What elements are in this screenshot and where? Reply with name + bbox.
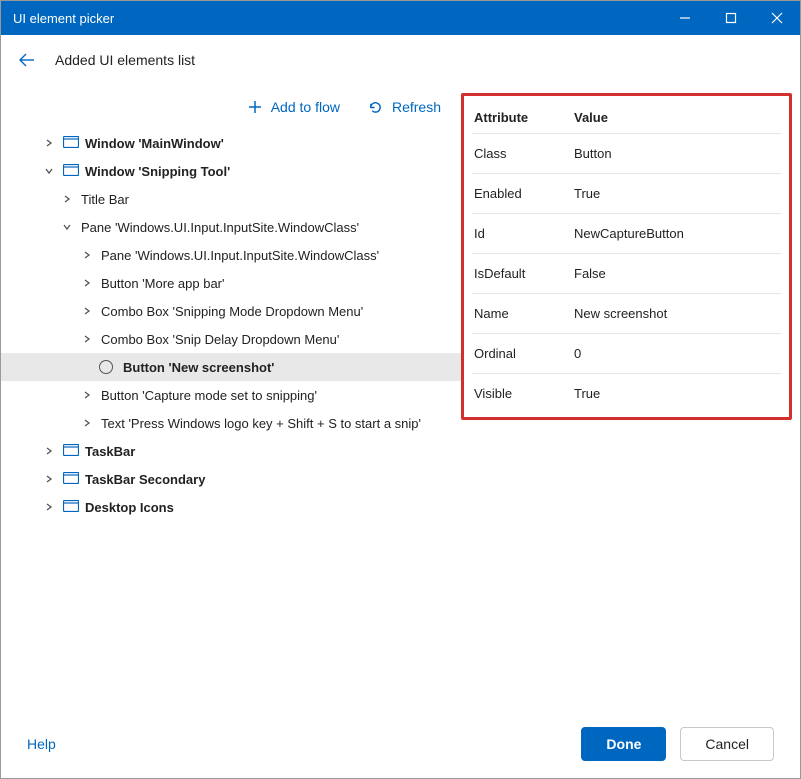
attribute-value: New screenshot (574, 306, 779, 321)
page-title: Added UI elements list (55, 52, 195, 68)
window-icon (63, 444, 79, 458)
chevron-down-icon (59, 223, 75, 231)
tree-item-label: Combo Box 'Snip Delay Dropdown Menu' (101, 332, 339, 347)
attribute-value: False (574, 266, 779, 281)
attribute-value: Button (574, 146, 779, 161)
tree-item-label: Button 'New screenshot' (123, 360, 274, 375)
tree-pane: Add to flow Refresh Window 'MainWindow'W… (1, 85, 461, 710)
chevron-right-icon (79, 335, 95, 343)
refresh-icon (368, 99, 384, 115)
tree-item-label: Title Bar (81, 192, 129, 207)
add-to-flow-label: Add to flow (271, 99, 340, 115)
dialog-footer: Help Done Cancel (1, 710, 800, 778)
tree-row[interactable]: Text 'Press Windows logo key + Shift + S… (1, 409, 461, 437)
tree-row[interactable]: TaskBar (1, 437, 461, 465)
tree-row[interactable]: Title Bar (1, 185, 461, 213)
cancel-button[interactable]: Cancel (680, 727, 774, 761)
attribute-row: IdNewCaptureButton (472, 213, 781, 253)
tree-item-label: TaskBar (85, 444, 135, 459)
chevron-right-icon (41, 447, 57, 455)
attribute-value: True (574, 386, 779, 401)
attribute-row: EnabledTrue (472, 173, 781, 213)
attribute-name: IsDefault (474, 266, 574, 281)
tree-item-label: Pane 'Windows.UI.Input.InputSite.WindowC… (101, 248, 379, 263)
attribute-name: Visible (474, 386, 574, 401)
attribute-name: Ordinal (474, 346, 574, 361)
attribute-name: Class (474, 146, 574, 161)
done-button[interactable]: Done (581, 727, 666, 761)
refresh-button[interactable]: Refresh (368, 99, 441, 115)
attributes-pane: Attribute Value ClassButtonEnabledTrueId… (461, 85, 800, 710)
content-area: Add to flow Refresh Window 'MainWindow'W… (1, 85, 800, 710)
tree-item-label: TaskBar Secondary (85, 472, 205, 487)
help-link[interactable]: Help (27, 736, 56, 752)
chevron-right-icon (41, 503, 57, 511)
window-icon (63, 500, 79, 514)
window-titlebar: UI element picker (1, 1, 800, 35)
attribute-value: True (574, 186, 779, 201)
chevron-right-icon (41, 139, 57, 147)
refresh-label: Refresh (392, 99, 441, 115)
back-button[interactable] (15, 48, 39, 72)
tree-row[interactable]: Button 'New screenshot' (1, 353, 461, 381)
tree-row[interactable]: Combo Box 'Snip Delay Dropdown Menu' (1, 325, 461, 353)
window-title: UI element picker (13, 11, 662, 26)
attribute-row: ClassButton (472, 133, 781, 173)
chevron-right-icon (41, 475, 57, 483)
tree-row[interactable]: Pane 'Windows.UI.Input.InputSite.WindowC… (1, 213, 461, 241)
tree-item-label: Window 'MainWindow' (85, 136, 224, 151)
attribute-value: 0 (574, 346, 779, 361)
attribute-name: Enabled (474, 186, 574, 201)
window-icon (63, 472, 79, 486)
attribute-name: Id (474, 226, 574, 241)
page-header: Added UI elements list (1, 35, 800, 85)
minimize-button[interactable] (662, 1, 708, 35)
tree-item-label: Text 'Press Windows logo key + Shift + S… (101, 416, 421, 431)
chevron-right-icon (79, 307, 95, 315)
chevron-right-icon (79, 391, 95, 399)
tree-item-label: Combo Box 'Snipping Mode Dropdown Menu' (101, 304, 363, 319)
chevron-down-icon (41, 167, 57, 175)
attributes-header: Attribute Value (472, 102, 781, 133)
tree-row[interactable]: Combo Box 'Snipping Mode Dropdown Menu' (1, 297, 461, 325)
tree-item-label: Button 'Capture mode set to snipping' (101, 388, 317, 403)
tree-row[interactable]: Pane 'Windows.UI.Input.InputSite.WindowC… (1, 241, 461, 269)
attribute-row: NameNew screenshot (472, 293, 781, 333)
tree-item-label: Pane 'Windows.UI.Input.InputSite.WindowC… (81, 220, 359, 235)
chevron-right-icon (79, 251, 95, 259)
window-icon (63, 136, 79, 150)
tree-row[interactable]: Window 'Snipping Tool' (1, 157, 461, 185)
window-controls (662, 1, 800, 35)
tree-row[interactable]: Button 'More app bar' (1, 269, 461, 297)
attribute-row: IsDefaultFalse (472, 253, 781, 293)
attribute-row: Ordinal0 (472, 333, 781, 373)
tree-row[interactable]: Window 'MainWindow' (1, 129, 461, 157)
tree-toolbar: Add to flow Refresh (1, 85, 461, 129)
tree-row[interactable]: Button 'Capture mode set to snipping' (1, 381, 461, 409)
tree-row[interactable]: Desktop Icons (1, 493, 461, 521)
tree-item-label: Window 'Snipping Tool' (85, 164, 230, 179)
ui-element-tree[interactable]: Window 'MainWindow' Window 'Snipping Tool… (1, 129, 461, 710)
close-button[interactable] (754, 1, 800, 35)
tree-row[interactable]: TaskBar Secondary (1, 465, 461, 493)
attributes-panel: Attribute Value ClassButtonEnabledTrueId… (461, 93, 792, 420)
add-to-flow-button[interactable]: Add to flow (247, 99, 340, 115)
tree-item-label: Desktop Icons (85, 500, 174, 515)
chevron-right-icon (59, 195, 75, 203)
maximize-button[interactable] (708, 1, 754, 35)
attribute-value: NewCaptureButton (574, 226, 779, 241)
chevron-right-icon (79, 279, 95, 287)
radio-icon (99, 360, 113, 374)
attr-header-attribute: Attribute (474, 110, 574, 125)
chevron-right-icon (79, 419, 95, 427)
attr-header-value: Value (574, 110, 608, 125)
attribute-row: VisibleTrue (472, 373, 781, 413)
window-icon (63, 164, 79, 178)
attribute-name: Name (474, 306, 574, 321)
plus-icon (247, 99, 263, 115)
tree-item-label: Button 'More app bar' (101, 276, 224, 291)
